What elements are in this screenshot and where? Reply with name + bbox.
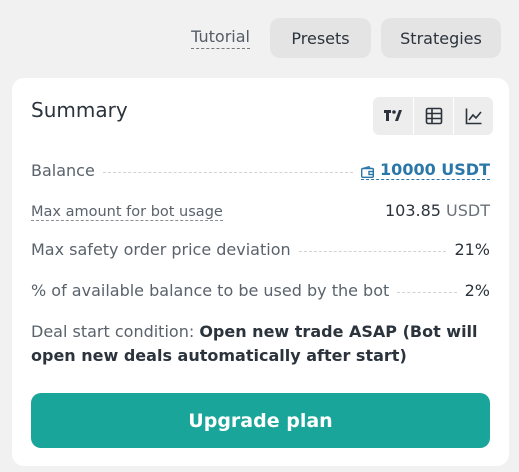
presets-button[interactable]: Presets <box>270 18 371 58</box>
summary-card: Summary Balance 10000 USDT Max amount fo… <box>12 78 509 466</box>
strategies-button[interactable]: Strategies <box>381 18 501 58</box>
balance-percent-row: % of available balance to be used by the… <box>31 281 490 300</box>
balance-label: Balance <box>31 160 95 180</box>
summary-title: Summary <box>31 98 128 122</box>
balance-value: 10000 USDT <box>380 160 490 179</box>
deal-start-condition: Deal start condition: Open new trade ASA… <box>31 320 490 368</box>
upgrade-plan-button[interactable]: Upgrade plan <box>31 393 490 448</box>
dotted-leader <box>102 171 354 173</box>
balance-percent-value: 2% <box>464 281 490 300</box>
price-deviation-value: 21% <box>454 240 490 259</box>
wallet-icon <box>361 165 375 178</box>
tradingview-icon[interactable] <box>373 97 413 135</box>
line-chart-icon[interactable] <box>453 97 493 135</box>
dotted-leader <box>298 251 447 252</box>
max-amount-label[interactable]: Max amount for bot usage <box>31 204 223 221</box>
top-navigation: Tutorial Presets Strategies <box>191 18 501 58</box>
dotted-leader <box>231 212 377 213</box>
max-amount-number: 103.85 <box>384 201 441 220</box>
max-amount-value: 103.85 USDT <box>385 201 490 220</box>
max-amount-row: Max amount for bot usage 103.85 USDT <box>31 201 490 221</box>
table-icon[interactable] <box>413 97 453 135</box>
dotted-leader <box>397 292 457 293</box>
view-toggle <box>373 97 493 135</box>
tutorial-link[interactable]: Tutorial <box>191 27 250 49</box>
price-deviation-label: Max safety order price deviation <box>31 240 291 259</box>
max-amount-unit: USDT <box>446 201 490 220</box>
balance-percent-label: % of available balance to be used by the… <box>31 281 390 300</box>
price-deviation-row: Max safety order price deviation 21% <box>31 240 490 259</box>
deal-condition-label: Deal start condition: <box>31 322 195 341</box>
balance-value-link[interactable]: 10000 USDT <box>361 160 490 180</box>
balance-row: Balance 10000 USDT <box>31 160 490 180</box>
